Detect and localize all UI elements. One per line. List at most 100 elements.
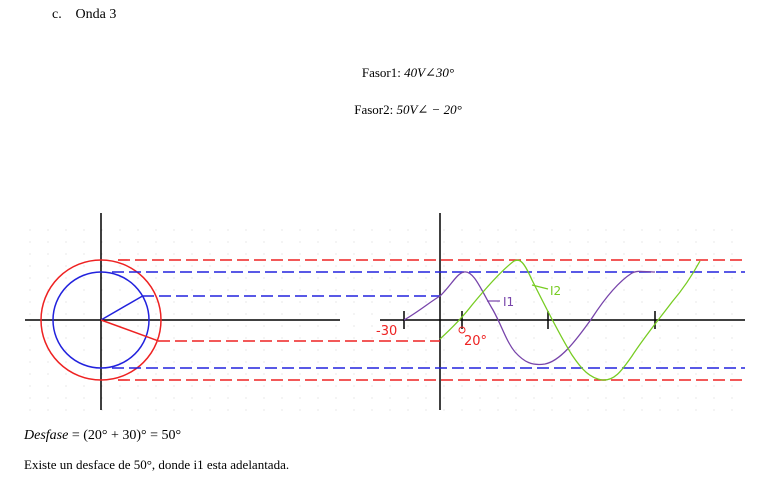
grid-dot <box>713 277 715 279</box>
grid-dot <box>407 409 409 411</box>
grid-dot <box>227 253 229 255</box>
grid-dot <box>641 301 643 303</box>
grid-dot <box>713 253 715 255</box>
grid-dot <box>695 409 697 411</box>
grid-dot <box>155 265 157 267</box>
grid-dot <box>677 325 679 327</box>
grid-dot <box>83 385 85 387</box>
grid-dot <box>605 301 607 303</box>
grid-dot <box>47 313 49 315</box>
grid-dot <box>695 385 697 387</box>
grid-dot <box>245 241 247 243</box>
grid-dot <box>623 325 625 327</box>
grid-dot <box>515 349 517 351</box>
grid-dot <box>677 373 679 375</box>
grid-dot <box>461 373 463 375</box>
grid-dot <box>281 385 283 387</box>
grid-dot <box>569 373 571 375</box>
grid-dot <box>479 397 481 399</box>
grid-dot <box>425 385 427 387</box>
grid-dot <box>641 385 643 387</box>
grid-dot <box>137 373 139 375</box>
grid-dot <box>29 385 31 387</box>
grid-dot <box>371 229 373 231</box>
grid-dot <box>83 373 85 375</box>
grid-dot <box>623 313 625 315</box>
grid-dot <box>47 301 49 303</box>
grid-dot <box>335 253 337 255</box>
grid-dot <box>263 385 265 387</box>
grid-dot <box>389 241 391 243</box>
grid-dot <box>65 325 67 327</box>
grid-dot <box>425 253 427 255</box>
grid-dot <box>407 253 409 255</box>
grid-dot <box>407 385 409 387</box>
grid-dot <box>659 277 661 279</box>
grid-dot <box>461 265 463 267</box>
grid-dot <box>533 241 535 243</box>
grid-dot <box>245 289 247 291</box>
grid-dot <box>173 301 175 303</box>
grid-dot <box>389 277 391 279</box>
grid-dot <box>515 397 517 399</box>
grid-dot <box>605 265 607 267</box>
grid-dot <box>533 349 535 351</box>
grid-dot <box>533 229 535 231</box>
grid-dot <box>731 265 733 267</box>
grid-dot <box>353 241 355 243</box>
grid-dot <box>389 397 391 399</box>
grid-dot <box>587 337 589 339</box>
grid-dot <box>605 241 607 243</box>
grid-dot <box>443 361 445 363</box>
grid-dot <box>407 265 409 267</box>
grid-dot <box>29 289 31 291</box>
grid-dot <box>461 397 463 399</box>
grid-dot <box>227 409 229 411</box>
grid-dot <box>587 289 589 291</box>
grid-dot <box>191 241 193 243</box>
grid-dot <box>515 229 517 231</box>
grid-dot <box>371 349 373 351</box>
grid-dot <box>155 253 157 255</box>
grid-dot <box>695 289 697 291</box>
grid-dot <box>515 409 517 411</box>
grid-dot <box>695 397 697 399</box>
grid-dot <box>515 301 517 303</box>
grid-dot <box>569 325 571 327</box>
grid-dot <box>191 349 193 351</box>
grid-dot <box>335 337 337 339</box>
grid-dot <box>299 337 301 339</box>
grid-dot <box>335 397 337 399</box>
grid-dot <box>29 373 31 375</box>
grid-dot <box>191 385 193 387</box>
grid-dot <box>155 277 157 279</box>
grid-dot <box>245 265 247 267</box>
grid-dot <box>497 265 499 267</box>
grid-dot <box>209 313 211 315</box>
grid-dot <box>173 253 175 255</box>
grid-dot <box>263 325 265 327</box>
grid-dot <box>695 253 697 255</box>
grid-dot <box>515 277 517 279</box>
grid-dot <box>443 301 445 303</box>
grid-dot <box>317 301 319 303</box>
grid-dot <box>587 349 589 351</box>
grid-dot <box>245 349 247 351</box>
grid-dot <box>605 337 607 339</box>
grid-dot <box>479 373 481 375</box>
grid-dot <box>173 229 175 231</box>
grid-dot <box>209 253 211 255</box>
grid-dot <box>29 265 31 267</box>
grid-dot <box>713 349 715 351</box>
grid-dot <box>605 409 607 411</box>
grid-dot <box>497 325 499 327</box>
grid-dot <box>155 349 157 351</box>
grid-dot <box>677 397 679 399</box>
grid-dot <box>533 313 535 315</box>
grid-dot <box>371 253 373 255</box>
grid-dot <box>425 361 427 363</box>
grid-dot <box>299 241 301 243</box>
grid-dot <box>515 253 517 255</box>
grid-dot <box>695 349 697 351</box>
grid-dot <box>677 361 679 363</box>
